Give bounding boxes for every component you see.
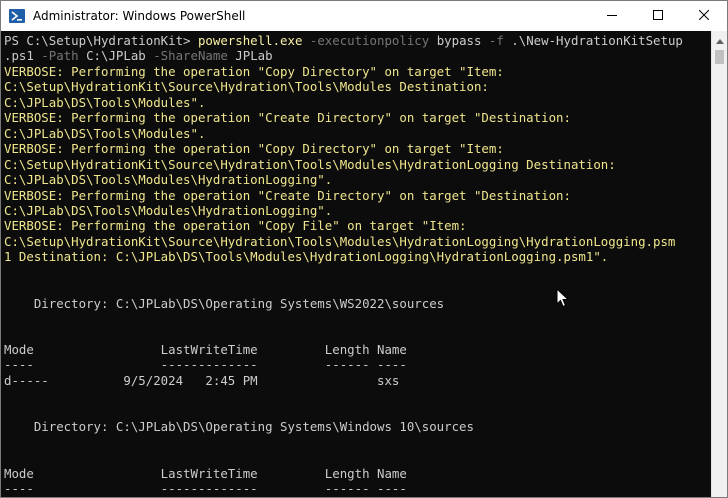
console-text: C:\JPLab [78,48,146,64]
scroll-up-button[interactable] [712,31,727,48]
console-line: VERBOSE: Performing the operation "Creat… [4,188,571,203]
console-line: ---- ------------- ------ ---- [4,357,407,372]
console-line: C:\JPLab\DS\Tools\Modules". [4,126,205,141]
console-text: ---- ------------- ------ ---- [4,357,407,373]
console-line: PS C:\Setup\HydrationKit> powershell.exe… [4,33,683,48]
console-line: .ps1 -Path C:\JPLab -ShareName JPLab [4,48,273,63]
console-text: -f [481,33,504,48]
title-bar[interactable]: Administrator: Windows PowerShell [1,1,727,31]
console-text: VERBOSE: Performing the operation "Creat… [4,187,571,203]
console-text: ---- ------------- ------ ---- [4,481,407,497]
console-text: VERBOSE: Performing the operation "Copy … [4,218,467,234]
minimize-button[interactable] [589,1,635,31]
console-text: JPLab [227,48,273,64]
console-line: ---- ------------- ------ ---- [4,481,407,496]
console-line: C:\Setup\HydrationKit\Source\Hydration\T… [4,234,675,249]
console-line: VERBOSE: Performing the operation "Copy … [4,141,504,156]
console-line: Directory: C:\JPLab\DS\Operating Systems… [4,419,474,434]
chevron-up-icon [715,31,724,49]
console-line: C:\Setup\HydrationKit\Source\Hydration\T… [4,157,616,172]
console-line: Mode LastWriteTime Length Name [4,466,407,481]
console-text: d----- 9/5/2024 2:45 PM sxs [4,372,400,388]
console-line: VERBOSE: Performing the operation "Copy … [4,218,467,233]
console-text: C:\JPLab\DS\Tools\Modules\HydrationLoggi… [4,202,333,218]
console-line: 1 Destination: C:\JPLab\DS\Tools\Modules… [4,249,608,264]
window-title: Administrator: Windows PowerShell [33,9,246,23]
console-text: Mode LastWriteTime Length Name [4,465,407,481]
console-text: C:\JPLab\DS\Tools\Modules". [4,94,206,110]
console-text: C:\Setup\HydrationKit\Source\Hydration\T… [4,156,616,172]
console-text: C:\JPLab\DS\Tools\Modules\HydrationLoggi… [4,172,333,188]
mouse-pointer-icon [556,287,570,308]
console-text: bypass [429,33,482,48]
minimize-icon [607,7,617,25]
console-text: -Path [33,48,79,64]
console-text: -ShareName [145,48,228,64]
console-line: C:\JPLab\DS\Tools\Modules\HydrationLoggi… [4,172,332,187]
console-text: Mode LastWriteTime Length Name [4,342,407,357]
console-text: .ps1 [4,48,34,64]
scroll-thumb[interactable] [715,50,724,64]
console-text: Directory: C:\JPLab\DS\Operating Systems… [4,419,474,435]
console-text: VERBOSE: Performing the operation "Copy … [4,141,504,157]
console-text: PS C:\Setup\HydrationKit> [4,33,198,48]
close-button[interactable] [681,1,727,31]
maximize-icon [653,7,663,25]
console-line: Directory: C:\JPLab\DS\Operating Systems… [4,296,444,311]
powershell-window: Administrator: Windows PowerShell PS C:\… [0,0,728,498]
console-text: .\New-HydrationKitSetup [503,33,683,48]
console-line: VERBOSE: Performing the operation "Creat… [4,110,571,125]
console-output[interactable]: PS C:\Setup\HydrationKit> powershell.exe… [1,31,712,497]
close-icon [698,7,710,25]
console-text: C:\Setup\HydrationKit\Source\Hydration\T… [4,233,676,249]
powershell-icon [9,8,25,24]
console-text: C:\Setup\HydrationKit\Source\Hydration\T… [4,79,489,95]
console-line: C:\JPLab\DS\Tools\Modules". [4,95,205,110]
console-text: Directory: C:\JPLab\DS\Operating Systems… [4,295,445,311]
console-line: C:\Setup\HydrationKit\Source\Hydration\T… [4,79,489,94]
vertical-scrollbar[interactable] [711,31,727,497]
console-text: C:\JPLab\DS\Tools\Modules". [4,125,206,141]
console-line: Mode LastWriteTime Length Name [4,342,407,357]
console-line: VERBOSE: Performing the operation "Copy … [4,64,504,79]
console-line: C:\JPLab\DS\Tools\Modules\HydrationLoggi… [4,203,332,218]
console-text: VERBOSE: Performing the operation "Copy … [4,63,504,79]
console-text: 1 Destination: C:\JPLab\DS\Tools\Modules… [4,249,609,265]
console-text: -executionpolicy [302,33,430,48]
maximize-button[interactable] [635,1,681,31]
console-text: VERBOSE: Performing the operation "Creat… [4,110,571,126]
console-line: d----- 9/5/2024 2:45 PM sxs [4,373,399,388]
console-text: powershell.exe [197,33,303,48]
window-controls [589,1,727,31]
